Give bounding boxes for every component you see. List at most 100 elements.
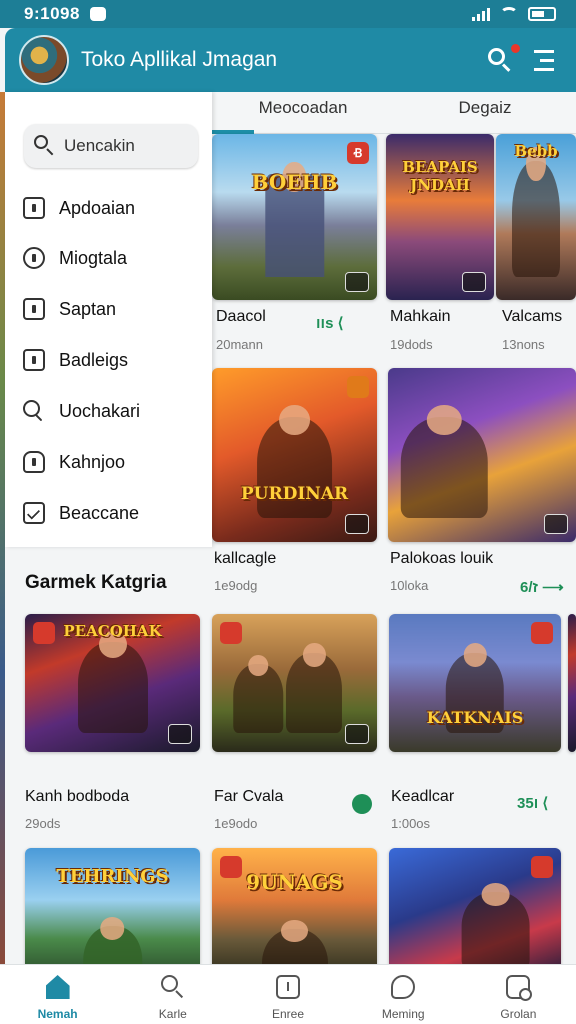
bottom-navigation: Nemah Karle Enree Meming Grolan	[0, 964, 576, 1024]
drawer-item-beaccane[interactable]: Beaccane	[23, 495, 203, 531]
badge-icon	[23, 247, 45, 269]
game-downloads: 13nons	[502, 337, 545, 352]
drawer-item-badleigs[interactable]: Badleigs	[23, 342, 203, 378]
nav-item-box[interactable]: Enree	[230, 965, 345, 1024]
app-logo-avatar[interactable]	[19, 35, 69, 85]
drawer-item-apdoaian[interactable]: Apdoaian	[23, 190, 203, 226]
game-downloads: 29ods	[25, 816, 61, 831]
info-box-icon	[276, 975, 300, 999]
drawer-item-label: Miogtala	[59, 247, 128, 268]
tab-degaiz[interactable]: Degaiz	[394, 92, 576, 133]
game-thumbnail[interactable]: Bebb	[496, 134, 576, 300]
menu-icon[interactable]	[534, 50, 554, 72]
controller-icon	[544, 514, 568, 534]
game-thumbnail[interactable]: PURDINAR	[212, 368, 377, 542]
drawer-item-label: Badleigs	[59, 349, 129, 370]
nav-item-search[interactable]: Karle	[115, 965, 230, 1024]
game-title: Keadlcar	[391, 788, 455, 805]
game-card[interactable]: PEACOHAK Kanh bodboda 29ods	[25, 614, 200, 838]
game-logo: 9UNAGS	[246, 870, 343, 894]
drawer-item-uochakari[interactable]: Uochakari	[23, 393, 203, 429]
drawer-item-saptan[interactable]: Saptan	[23, 291, 203, 327]
search-placeholder: Uencakin	[64, 136, 135, 155]
chat-icon	[391, 975, 416, 999]
nav-label: Meming	[381, 1007, 425, 1021]
signal-icon	[472, 7, 490, 21]
game-downloads: 1:00os	[391, 816, 431, 831]
nav-item-chat[interactable]: Meming	[346, 965, 461, 1024]
tab-meocoadan[interactable]: Meocoadan	[212, 92, 394, 134]
game-card[interactable]: Far Cvala 1e9odo	[212, 614, 377, 838]
controller-icon	[345, 272, 369, 292]
drawer-item-label: Uochakari	[59, 400, 141, 421]
nav-item-profile[interactable]: Grolan	[461, 965, 576, 1024]
game-card[interactable]: BEAPAIS JNDAH Mahkain 19dods	[386, 134, 494, 354]
game-title: Daacol	[216, 308, 266, 325]
search-icon[interactable]	[486, 44, 520, 74]
game-card[interactable]: 9UNAGS	[212, 848, 377, 978]
game-card[interactable]	[389, 848, 561, 978]
nav-label: Enree	[271, 1007, 305, 1021]
game-thumbnail[interactable]	[389, 848, 561, 978]
nav-item-home[interactable]: Nemah	[0, 965, 115, 1024]
nav-label: Nemah	[37, 1007, 78, 1021]
game-downloads: 19dods	[390, 337, 433, 352]
nav-label: Grolan	[500, 1007, 537, 1021]
home-icon	[45, 975, 70, 999]
cloud-icon	[23, 451, 45, 473]
section-title: Garmek Katgria	[25, 572, 167, 593]
game-card[interactable]: Palokoas louik 10loka ז/6 ⟶	[388, 368, 576, 596]
controller-icon	[462, 272, 486, 292]
game-logo: BOEHB	[251, 170, 338, 194]
game-title: Valcams	[502, 308, 563, 325]
hot-badge	[531, 856, 553, 878]
square-dot-icon	[23, 298, 45, 320]
game-card[interactable]: KATKNAIS Keadlcar 1:00os ו35 ⟨	[389, 614, 561, 838]
game-card[interactable]: PURDINAR kallcagle 1e9odg	[212, 368, 377, 596]
search-icon	[34, 135, 56, 157]
game-title: Palokoas louik	[390, 550, 494, 567]
game-card[interactable]: TEHRINGS	[25, 848, 200, 978]
game-thumbnail[interactable]: BOEHB Ꞗ	[212, 134, 377, 300]
search-icon	[23, 400, 45, 422]
drawer-item-label: Kahnjoo	[59, 451, 126, 472]
game-logo: BEAPAIS JNDAH	[402, 158, 478, 194]
app-notification-icon	[89, 7, 106, 21]
hot-badge	[33, 622, 55, 644]
drawer-search-input[interactable]: Uencakin	[24, 124, 198, 168]
game-card-partial[interactable]	[568, 614, 576, 752]
hot-badge	[220, 856, 242, 878]
hot-badge	[347, 376, 369, 398]
game-thumbnail[interactable]: 9UNAGS	[212, 848, 377, 978]
game-thumbnail[interactable]	[212, 614, 377, 752]
game-thumbnail[interactable]: BEAPAIS JNDAH	[386, 134, 494, 300]
game-logo: Bebb	[514, 142, 558, 160]
game-rating: ו35 ⟨	[517, 795, 549, 812]
game-card[interactable]: BOEHB Ꞗ Daacol 20mann ווs ⟨	[212, 134, 377, 354]
game-title: Kanh bodboda	[25, 788, 130, 805]
game-title: Mahkain	[390, 308, 451, 325]
status-time: 9:1098	[24, 4, 80, 23]
game-downloads: 20mann	[216, 337, 263, 352]
share-icon[interactable]	[352, 794, 372, 814]
tab-label: Degaiz	[458, 98, 512, 117]
drawer-item-miogtala[interactable]: Miogtala	[23, 240, 203, 276]
content-tabs: Meocoadan Degaiz	[212, 92, 576, 134]
game-thumbnail[interactable]: TEHRINGS	[25, 848, 200, 978]
game-thumbnail[interactable]	[388, 368, 576, 542]
game-logo: PURDINAR	[240, 484, 349, 504]
game-thumbnail[interactable]: PEACOHAK	[25, 614, 200, 752]
game-rating: ווs ⟨	[316, 315, 344, 332]
controller-icon	[345, 514, 369, 534]
checkbox-icon	[23, 502, 45, 524]
game-thumbnail[interactable]: KATKNAIS	[389, 614, 561, 752]
game-card[interactable]: Bebb Valcams 13nons	[496, 134, 576, 354]
tab-label: Meocoadan	[258, 98, 348, 117]
game-thumbnail[interactable]	[568, 614, 576, 752]
game-downloads: 1e9odg	[214, 578, 258, 593]
battery-icon	[528, 7, 556, 21]
drawer-item-kahnjoo[interactable]: Kahnjoo	[23, 444, 203, 480]
drawer-item-label: Saptan	[59, 298, 117, 319]
game-title: Far Cvala	[214, 788, 284, 805]
hot-badge: Ꞗ	[347, 142, 369, 164]
